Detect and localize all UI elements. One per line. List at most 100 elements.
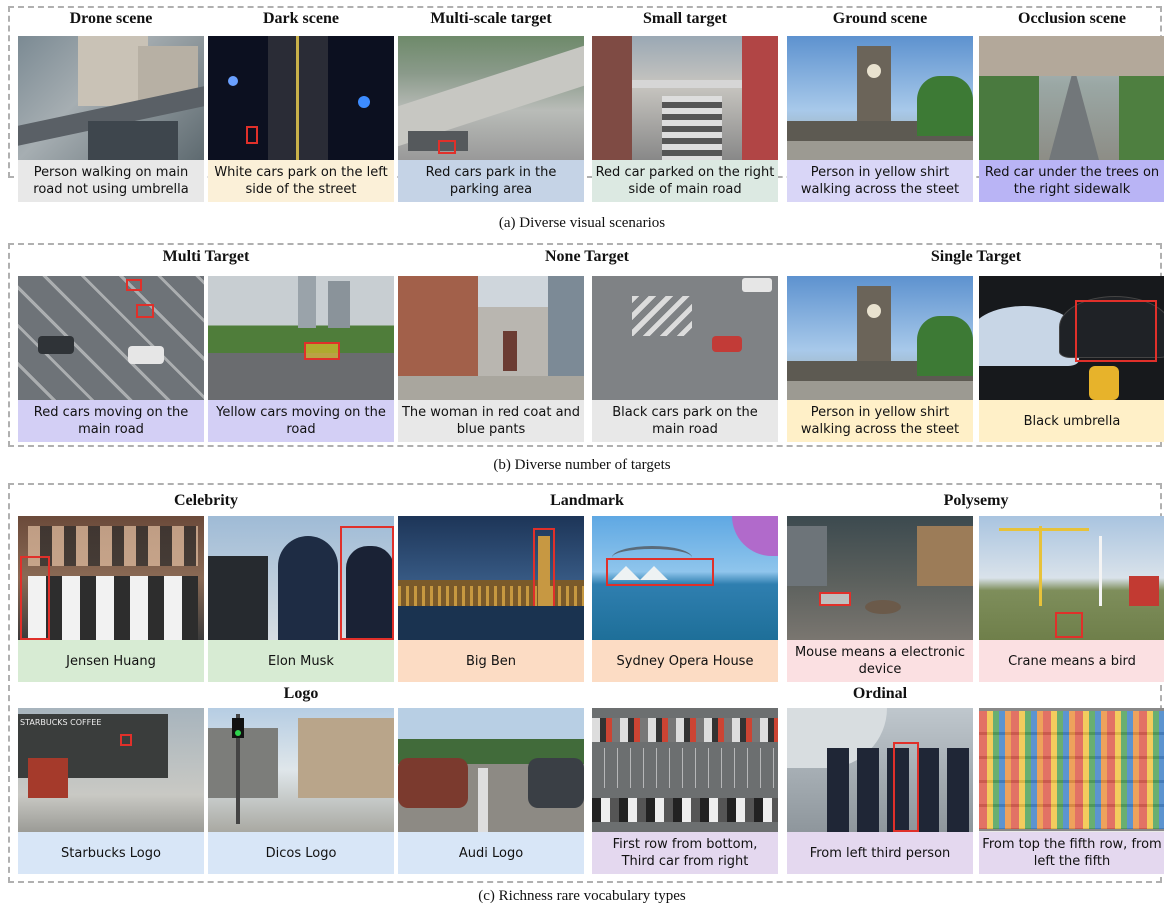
referring-expression-label: Sydney Opera House xyxy=(592,640,778,682)
referring-expression-label: First row from bottom, Third car from ri… xyxy=(592,832,778,874)
scene-image-warehouse xyxy=(787,516,973,640)
heading-polysemy: Polysemy xyxy=(943,492,1009,509)
scene-image-storefront: STARBUCKS COFFEE xyxy=(18,708,204,832)
scene-detail xyxy=(592,798,778,822)
scene-image-parking xyxy=(398,36,584,160)
scene-detail xyxy=(28,526,198,566)
figure-card: Black umbrella xyxy=(979,276,1164,442)
scene-detail xyxy=(298,276,316,328)
scene-image-avenue xyxy=(979,36,1164,160)
heading-small-target: Small target xyxy=(643,10,727,27)
heading-landmark: Landmark xyxy=(550,492,624,509)
referring-expression-label: Dicos Logo xyxy=(208,832,394,874)
referring-expression-label: Crane means a bird xyxy=(979,640,1164,682)
figure-card: Big Ben xyxy=(398,516,584,682)
referring-expression-label: White cars park on the left side of the … xyxy=(208,160,394,202)
scene-detail xyxy=(917,76,973,136)
referring-expression-label: From left third person xyxy=(787,832,973,874)
scene-detail xyxy=(528,758,584,808)
scene-detail xyxy=(632,80,742,88)
scene-image-aerial-city xyxy=(18,36,204,160)
heading-drone-scene: Drone scene xyxy=(69,10,153,27)
referring-expression-label: Black cars park on the main road xyxy=(592,400,778,442)
scene-image-parliament xyxy=(398,516,584,640)
heading-single-target: Single Target xyxy=(930,248,1022,265)
heading-none-target: None Target xyxy=(545,248,629,265)
caption-rare-vocabulary: (c) Richness rare vocabulary types xyxy=(478,888,686,904)
scene-detail xyxy=(742,278,772,292)
scene-image-lot-aerial xyxy=(592,708,778,832)
scene-detail xyxy=(38,336,74,354)
scene-detail xyxy=(787,526,827,586)
scene-detail xyxy=(1119,76,1164,160)
scene-detail xyxy=(478,768,488,832)
scene-image-clocktower xyxy=(787,36,973,160)
scene-image-crowd xyxy=(18,516,204,640)
figure-card: Red cars park in the parking area xyxy=(398,36,584,202)
scene-detail xyxy=(632,296,692,336)
target-bounding-box xyxy=(20,556,50,640)
figure-card: Red car parked on the right side of main… xyxy=(592,36,778,202)
scene-detail xyxy=(88,121,178,160)
scene-detail xyxy=(865,600,901,614)
target-bounding-box xyxy=(1075,300,1157,362)
target-bounding-box xyxy=(340,526,394,640)
scene-image-plaza xyxy=(208,708,394,832)
referring-expression-label: Red car parked on the right side of main… xyxy=(592,160,778,202)
scene-image-cranes xyxy=(979,516,1164,640)
scene-detail xyxy=(979,36,1164,76)
scene-detail xyxy=(128,346,164,364)
heading-multi-target: Multi Target xyxy=(162,248,250,265)
figure-card: Person walking on main road not using um… xyxy=(18,36,204,202)
referring-expression-label: Person walking on main road not using um… xyxy=(18,160,204,202)
target-bounding-box xyxy=(606,558,714,586)
scene-image-aerial-cars xyxy=(18,276,204,400)
heading-celebrity: Celebrity xyxy=(174,492,238,509)
referring-expression-label: Person in yellow shirt walking across th… xyxy=(787,400,973,442)
scene-detail xyxy=(228,76,238,86)
heading-logo: Logo xyxy=(283,685,319,702)
figure-card: The woman in red coat and blue pants xyxy=(398,276,584,442)
scene-detail xyxy=(28,576,198,640)
starbucks-sign-text: STARBUCKS COFFEE xyxy=(20,718,102,727)
scene-detail xyxy=(917,526,973,586)
figure-card: White cars park on the left side of the … xyxy=(208,36,394,202)
scene-detail xyxy=(712,336,742,352)
scene-detail xyxy=(278,536,338,640)
scene-detail xyxy=(592,36,632,160)
figure-card: First row from bottom, Third car from ri… xyxy=(592,708,778,874)
figure-card: Elon Musk xyxy=(208,516,394,682)
figure-card: Yellow cars moving on the road xyxy=(208,276,394,442)
scene-image-clocktower xyxy=(787,276,973,400)
scene-detail xyxy=(296,36,299,160)
target-bounding-box xyxy=(893,742,919,832)
scene-detail xyxy=(592,748,778,788)
scene-detail xyxy=(208,728,278,798)
referring-expression-label: Black umbrella xyxy=(979,400,1164,442)
figure-card: Mouse means a electronic device xyxy=(787,516,973,682)
referring-expression-label: Big Ben xyxy=(398,640,584,682)
heading-ground-scene: Ground scene xyxy=(832,10,928,27)
caption-number-of-targets: (b) Diverse number of targets xyxy=(493,457,671,473)
figure-card: Red car under the trees on the right sid… xyxy=(979,36,1164,202)
figure-card: From top the fifth row, from left the fi… xyxy=(979,708,1164,874)
target-bounding-box xyxy=(136,304,154,318)
target-bounding-box xyxy=(246,126,258,144)
scene-image-pilots xyxy=(787,708,973,832)
figure-card: Person in yellow shirt walking across th… xyxy=(787,276,973,442)
scene-detail xyxy=(867,64,881,78)
figure-card: Black cars park on the main road xyxy=(592,276,778,442)
figure-card: From left third person xyxy=(787,708,973,874)
heading-ordinal: Ordinal xyxy=(852,685,908,702)
scene-image-suits xyxy=(208,516,394,640)
referring-expression-label: Red cars park in the parking area xyxy=(398,160,584,202)
scene-detail xyxy=(298,718,394,798)
scene-detail xyxy=(398,376,584,400)
referring-expression-label: Mouse means a electronic device xyxy=(787,640,973,682)
target-bounding-box xyxy=(304,342,340,360)
heading-dark-scene: Dark scene xyxy=(263,10,339,27)
referring-expression-label: The woman in red coat and blue pants xyxy=(398,400,584,442)
scene-image-crossing xyxy=(592,276,778,400)
figure-card: Crane means a bird xyxy=(979,516,1164,682)
figure-card: Person in yellow shirt walking across th… xyxy=(787,36,973,202)
